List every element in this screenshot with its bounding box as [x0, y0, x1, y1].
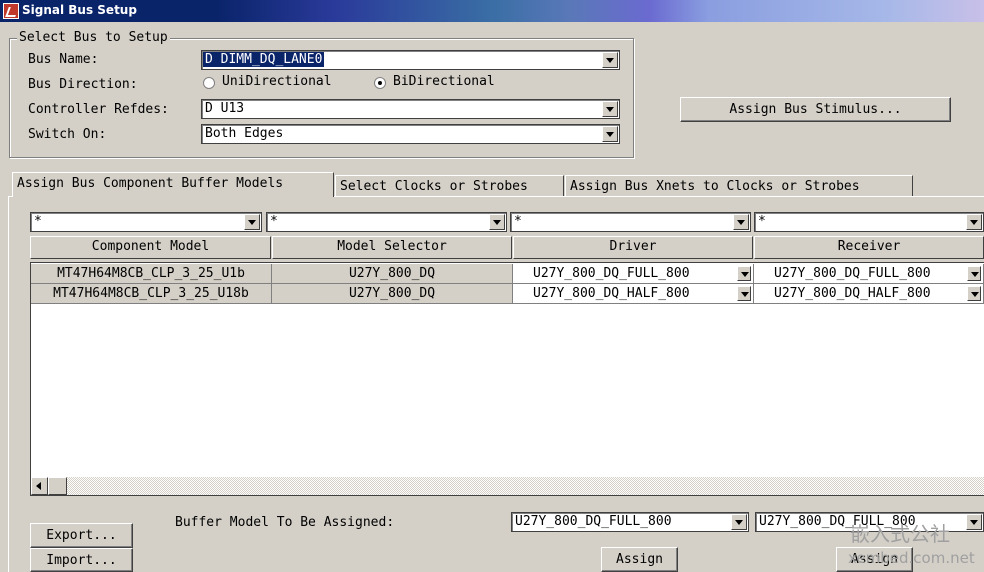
controller-refdes-value: D U13: [205, 101, 245, 116]
controller-refdes-label: Controller Refdes:: [28, 102, 169, 117]
chevron-down-icon[interactable]: [244, 214, 260, 230]
driver-value: U27Y_800_DQ_HALF_800: [533, 286, 690, 301]
switch-on-value: Both Edges: [205, 126, 284, 141]
scrollbar-thumb[interactable]: [48, 477, 67, 495]
chevron-down-icon[interactable]: [602, 126, 618, 142]
unidirectional-label[interactable]: UniDirectional: [222, 74, 332, 89]
horizontal-scrollbar[interactable]: [31, 477, 984, 495]
table-cell-component[interactable]: MT47H64M8CB_CLP_3_25_U1b: [31, 264, 272, 284]
column-header-receiver[interactable]: Receiver: [754, 236, 984, 259]
window-title: Signal Bus Setup: [22, 3, 137, 17]
column-header-driver[interactable]: Driver: [513, 236, 753, 259]
filter-value: *: [514, 214, 522, 229]
scroll-left-icon[interactable]: [31, 477, 48, 495]
chevron-down-icon[interactable]: [966, 214, 982, 230]
receiver-value: U27Y_800_DQ_FULL_800: [774, 266, 931, 281]
chevron-down-icon[interactable]: [489, 214, 505, 230]
chevron-down-icon[interactable]: [966, 514, 982, 530]
filter-receiver[interactable]: *: [754, 212, 984, 232]
bus-name-value: D DIMM_DQ_LANE0: [203, 52, 325, 67]
receiver-value: U27Y_800_DQ_HALF_800: [774, 286, 931, 301]
import-button[interactable]: Import...: [30, 548, 133, 572]
title-bar[interactable]: [0, 0, 984, 22]
assign-driver-combo[interactable]: U27Y_800_DQ_FULL_800: [511, 512, 749, 532]
tab-assign-xnets-clocks[interactable]: Assign Bus Xnets to Clocks or Strobes: [565, 175, 913, 196]
filter-component-model[interactable]: *: [30, 212, 262, 232]
table-cell-selector[interactable]: U27Y_800_DQ: [272, 284, 513, 304]
watermark-url: xembed.com.net: [848, 549, 975, 567]
driver-value: U27Y_800_DQ_FULL_800: [533, 266, 690, 281]
chevron-down-icon[interactable]: [967, 266, 981, 281]
chevron-down-icon[interactable]: [737, 286, 751, 301]
column-header-component-model[interactable]: Component Model: [30, 236, 271, 259]
chevron-down-icon[interactable]: [731, 514, 747, 530]
buffer-model-label: Buffer Model To Be Assigned:: [175, 515, 395, 530]
filter-value: *: [758, 214, 766, 229]
assign-driver-value: U27Y_800_DQ_FULL_800: [515, 514, 672, 529]
controller-refdes-combo[interactable]: D U13: [201, 99, 620, 119]
chevron-down-icon[interactable]: [733, 214, 749, 230]
bus-name-label: Bus Name:: [28, 52, 99, 67]
table-cell-receiver-combo[interactable]: U27Y_800_DQ_FULL_800: [754, 264, 984, 284]
app-icon[interactable]: [3, 3, 19, 19]
switch-on-label: Switch On:: [28, 127, 107, 142]
filter-value: *: [34, 214, 42, 229]
column-header-model-selector[interactable]: Model Selector: [272, 236, 512, 259]
unidirectional-radio[interactable]: [203, 77, 215, 89]
assign-driver-button[interactable]: Assign: [601, 547, 678, 572]
chevron-down-icon[interactable]: [602, 52, 618, 68]
switch-on-combo[interactable]: Both Edges: [201, 124, 620, 144]
bidirectional-label[interactable]: BiDirectional: [393, 74, 495, 89]
table-cell-driver-combo[interactable]: U27Y_800_DQ_HALF_800: [513, 284, 754, 304]
select-bus-legend: Select Bus to Setup: [17, 30, 170, 45]
assign-bus-stimulus-button[interactable]: Assign Bus Stimulus...: [680, 97, 951, 122]
watermark-logo: 嵌入式公社: [850, 522, 950, 546]
bus-direction-label: Bus Direction:: [28, 77, 138, 92]
table-cell-selector[interactable]: U27Y_800_DQ: [272, 264, 513, 284]
chevron-down-icon[interactable]: [602, 101, 618, 117]
filter-driver[interactable]: *: [510, 212, 751, 232]
export-button[interactable]: Export...: [30, 523, 133, 548]
bus-name-combo[interactable]: D DIMM_DQ_LANE0: [201, 50, 620, 70]
filter-model-selector[interactable]: *: [266, 212, 507, 232]
bidirectional-radio[interactable]: [374, 77, 386, 89]
table-cell-component[interactable]: MT47H64M8CB_CLP_3_25_U18b: [31, 284, 272, 304]
chevron-down-icon[interactable]: [737, 266, 751, 281]
table-cell-receiver-combo[interactable]: U27Y_800_DQ_HALF_800: [754, 284, 984, 304]
chevron-down-icon[interactable]: [967, 286, 981, 301]
table-cell-driver-combo[interactable]: U27Y_800_DQ_FULL_800: [513, 264, 754, 284]
tab-assign-buffer-models[interactable]: Assign Bus Component Buffer Models: [12, 172, 334, 197]
filter-value: *: [270, 214, 278, 229]
tab-select-clocks-strobes[interactable]: Select Clocks or Strobes: [335, 175, 564, 196]
